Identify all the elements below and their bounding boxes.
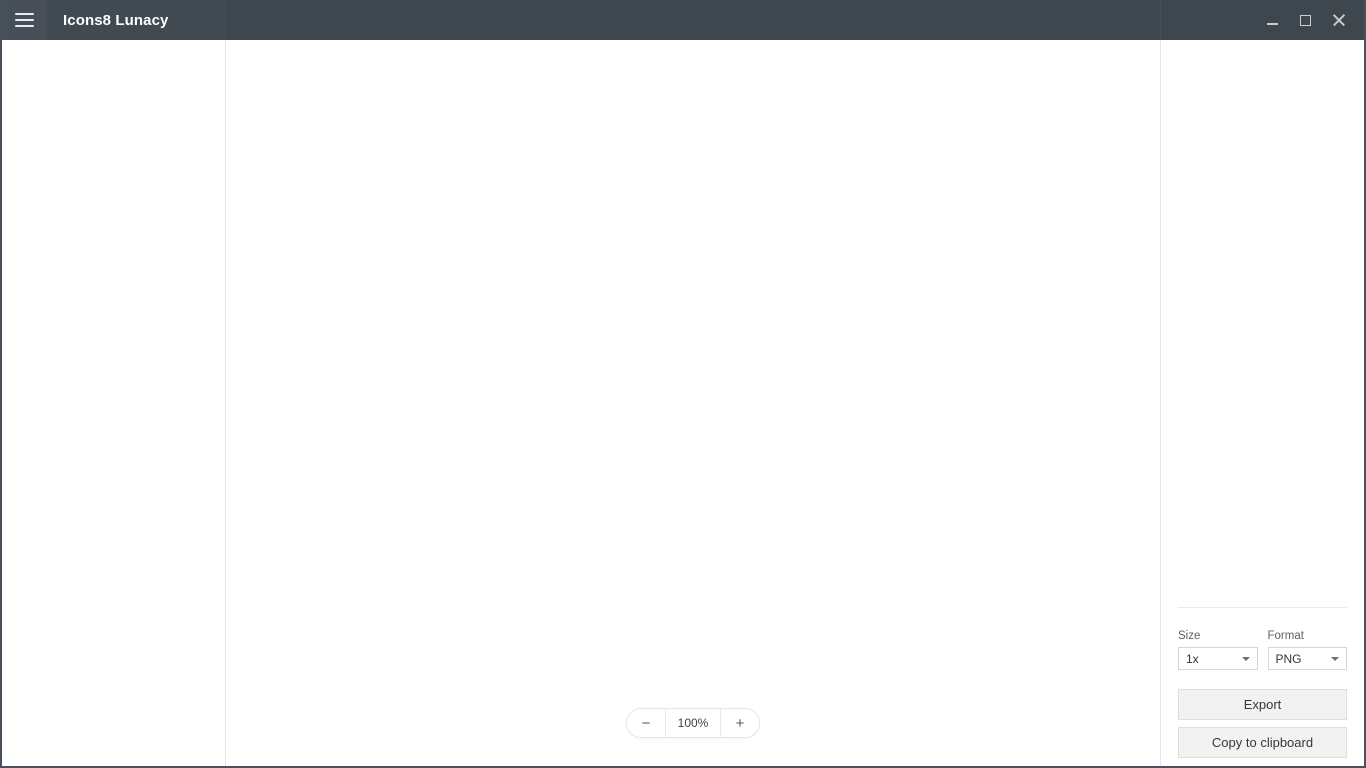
minimize-button[interactable] xyxy=(1256,5,1289,35)
zoom-out-button[interactable]: − xyxy=(627,709,665,737)
size-select[interactable]: 1x xyxy=(1178,647,1258,670)
canvas-area[interactable]: − 100% + xyxy=(226,40,1161,766)
format-label: Format xyxy=(1267,630,1304,642)
maximize-icon xyxy=(1300,14,1311,26)
zoom-level-value[interactable]: 100% xyxy=(665,709,721,737)
chevron-down-icon xyxy=(1241,656,1250,661)
format-select[interactable]: PNG xyxy=(1267,647,1347,670)
main-menu-button[interactable] xyxy=(2,0,46,40)
window-controls xyxy=(1161,0,1364,40)
close-button[interactable] xyxy=(1322,5,1355,35)
close-icon xyxy=(1332,14,1345,27)
title-bar: Icons8 Lunacy xyxy=(2,0,1364,40)
application-window: Icons8 Lunacy − 100% + Size 1x Format PN… xyxy=(0,0,1366,768)
export-section-divider xyxy=(1178,607,1347,608)
right-inspector-panel: Size 1x Format PNG Export Copy to clipbo… xyxy=(1161,40,1364,766)
zoom-control: − 100% + xyxy=(626,708,760,738)
hamburger-menu-icon xyxy=(14,13,34,27)
format-field: Format PNG xyxy=(1267,630,1347,670)
titlebar-drag-region[interactable] xyxy=(226,0,1161,40)
app-title: Icons8 Lunacy xyxy=(63,11,169,29)
minimize-icon xyxy=(1267,22,1278,25)
export-options-row: Size 1x Format PNG xyxy=(1178,630,1347,670)
zoom-in-button[interactable]: + xyxy=(721,709,759,737)
title-block: Icons8 Lunacy xyxy=(46,0,226,40)
chevron-down-icon xyxy=(1331,656,1339,661)
size-field: Size 1x xyxy=(1178,630,1258,670)
minus-icon: − xyxy=(641,714,651,732)
maximize-button[interactable] xyxy=(1289,5,1322,35)
export-button[interactable]: Export xyxy=(1178,689,1347,720)
size-select-value: 1x xyxy=(1186,651,1199,666)
left-sidebar-panel[interactable] xyxy=(2,40,226,766)
size-label: Size xyxy=(1178,630,1201,642)
body-area: − 100% + Size 1x Format PNG Export Copy … xyxy=(2,40,1364,766)
copy-to-clipboard-button[interactable]: Copy to clipboard xyxy=(1178,727,1347,758)
plus-icon: + xyxy=(735,714,745,732)
format-select-value: PNG xyxy=(1275,651,1302,666)
